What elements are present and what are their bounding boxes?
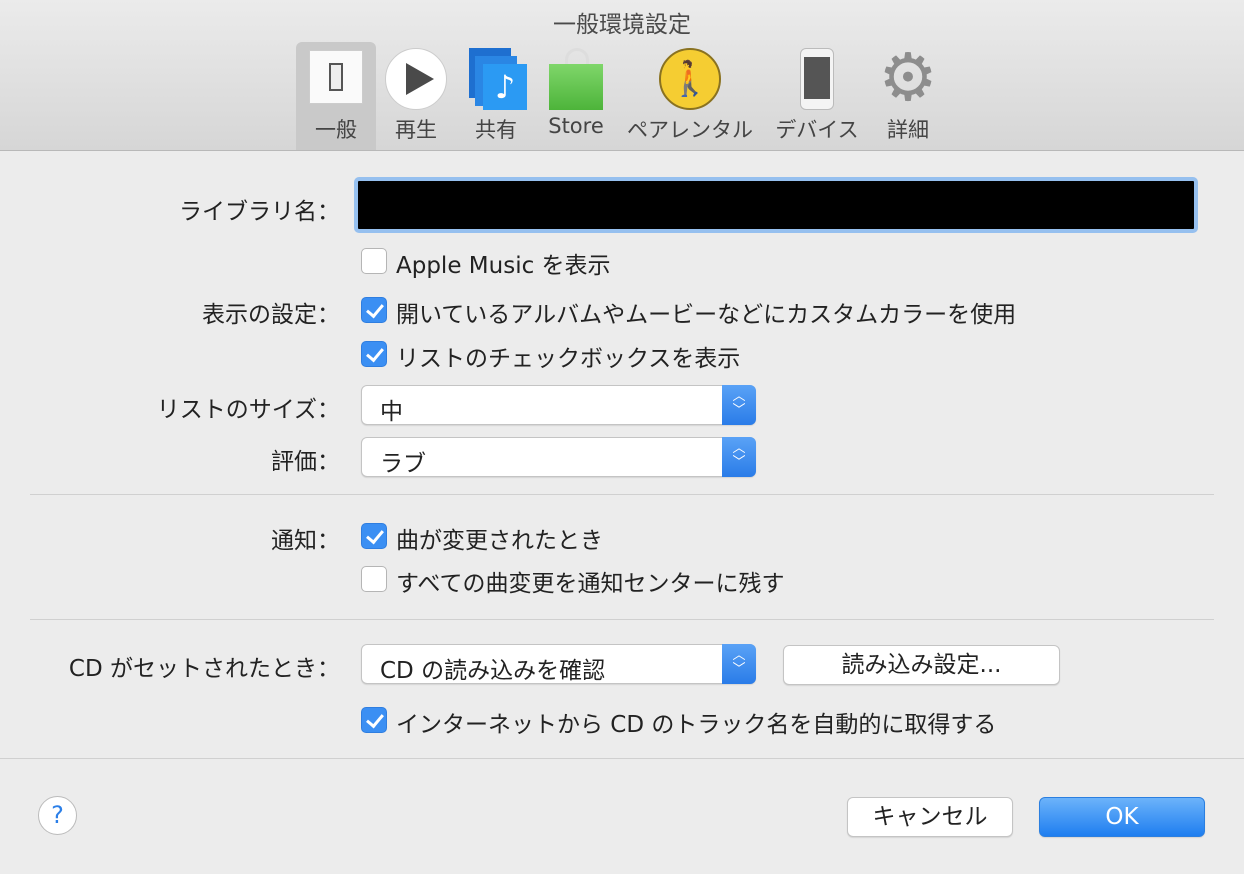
- apple-music-checkbox[interactable]: [361, 248, 387, 274]
- list-size-label: リストのサイズ：: [156, 397, 340, 423]
- shopping-bag-icon: [545, 48, 607, 110]
- toolbar: 一般環境設定 一般 再生 ♪ 共有 Store 🚶 ペアレンタル デバイス ⚙ …: [0, 0, 1244, 151]
- updown-chevron-icon: ︿ ﹀: [722, 437, 756, 477]
- tab-devices[interactable]: デバイス: [772, 42, 862, 150]
- import-settings-button[interactable]: 読み込み設定...: [783, 645, 1060, 685]
- divider: [0, 758, 1244, 759]
- apple-music-label: Apple Music を表示: [396, 253, 611, 279]
- updown-chevron-icon: ︿ ﹀: [722, 644, 756, 684]
- tab-sharing[interactable]: ♪ 共有: [458, 42, 534, 150]
- divider: [30, 494, 1214, 495]
- rating-label: 評価：: [271, 449, 340, 475]
- iphone-icon: [800, 48, 834, 110]
- tab-parental[interactable]: 🚶 ペアレンタル: [622, 42, 758, 150]
- tab-general[interactable]: 一般: [296, 42, 376, 150]
- display-label: 表示の設定：: [202, 302, 340, 328]
- window-title: 一般環境設定: [553, 12, 691, 38]
- tab-store[interactable]: Store: [538, 42, 614, 150]
- custom-color-label: 開いているアルバムやムービーなどにカスタムカラーを使用: [396, 302, 1017, 328]
- switch-icon: [309, 50, 363, 104]
- list-size-select[interactable]: 中 ︿ ﹀: [361, 385, 756, 425]
- cd-action-select[interactable]: CD の読み込みを確認 ︿ ﹀: [361, 644, 756, 684]
- music-share-icon: ♪: [465, 48, 527, 110]
- library-name-label: ライブラリ名：: [179, 199, 340, 225]
- list-checkbox-checkbox[interactable]: [361, 341, 387, 367]
- play-icon: [385, 48, 447, 110]
- notify-label: 通知：: [271, 528, 340, 554]
- list-checkbox-label: リストのチェックボックスを表示: [396, 346, 741, 372]
- tab-advanced[interactable]: ⚙ 詳細: [872, 42, 944, 150]
- tab-playback[interactable]: 再生: [380, 42, 452, 150]
- gear-icon: ⚙: [878, 39, 938, 116]
- cancel-button[interactable]: キャンセル: [847, 797, 1013, 837]
- auto-track-names-label: インターネットから CD のトラック名を自動的に取得する: [396, 712, 997, 738]
- divider: [30, 619, 1214, 620]
- notify-center-label: すべての曲変更を通知センターに残す: [396, 571, 785, 597]
- ok-button[interactable]: OK: [1039, 797, 1205, 837]
- cd-label: CD がセットされたとき：: [68, 656, 340, 682]
- custom-color-checkbox[interactable]: [361, 297, 387, 323]
- updown-chevron-icon: ︿ ﹀: [722, 385, 756, 425]
- notify-song-change-checkbox[interactable]: [361, 523, 387, 549]
- parental-icon: 🚶: [659, 48, 721, 110]
- notify-song-change-label: 曲が変更されたとき: [396, 528, 603, 554]
- help-button[interactable]: ?: [38, 796, 77, 835]
- notify-center-checkbox[interactable]: [361, 566, 387, 592]
- rating-select[interactable]: ラブ ︿ ﹀: [361, 437, 756, 477]
- auto-track-names-checkbox[interactable]: [361, 707, 387, 733]
- library-name-input[interactable]: [354, 177, 1198, 233]
